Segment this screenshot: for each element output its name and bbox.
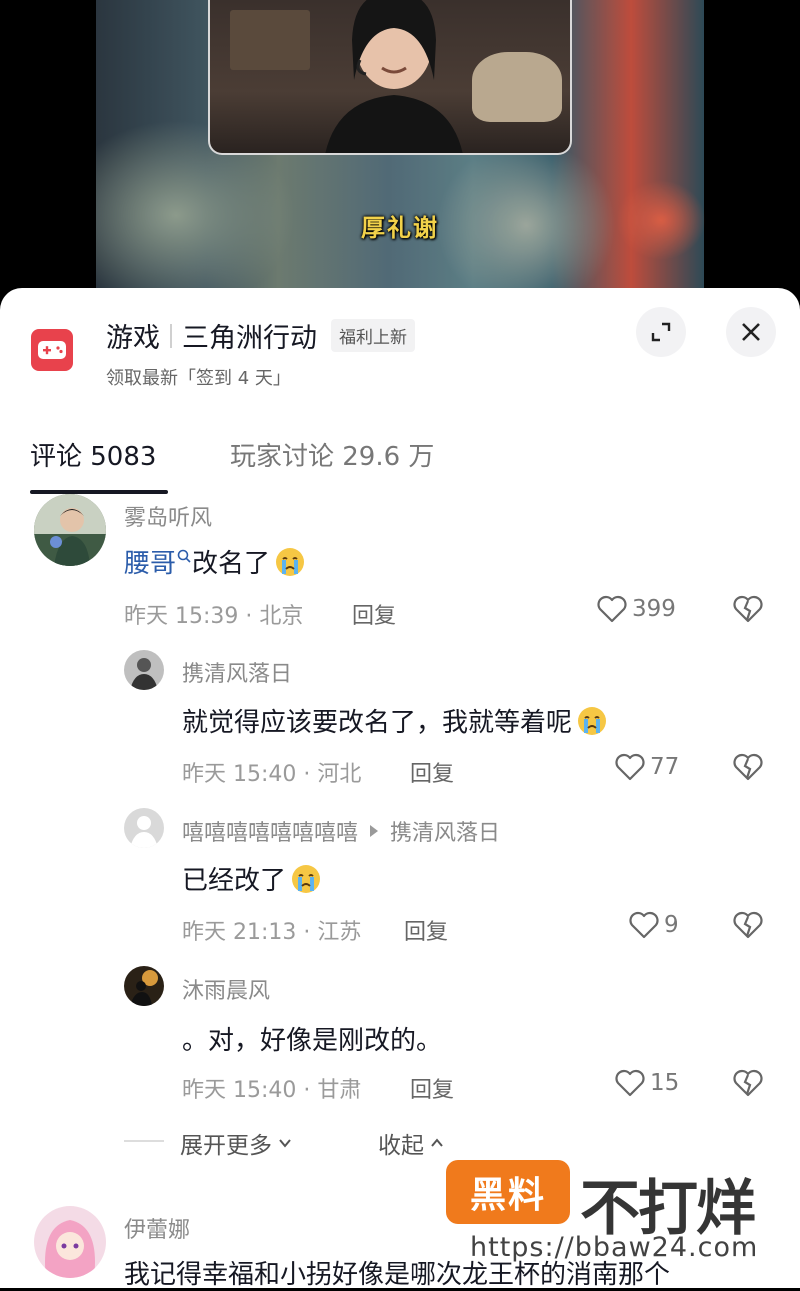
broken-heart-icon[interactable] (732, 594, 764, 624)
collapse-label: 收起 (378, 1133, 424, 1159)
like-count: 399 (632, 596, 676, 622)
reply-to-username[interactable]: 携清风落日 (390, 815, 500, 847)
heart-icon (615, 753, 645, 781)
collapse-button[interactable]: 收起 (378, 1126, 446, 1160)
expand-more-label: 展开更多 (180, 1133, 272, 1159)
reply-button[interactable]: 回复 (410, 1072, 454, 1104)
active-tab-indicator (30, 490, 168, 494)
like-button[interactable]: 15 (614, 1068, 679, 1098)
comment-text: 就觉得应该要改名了，我就等着呢 (182, 702, 608, 739)
heart-icon (597, 595, 627, 623)
reply-button[interactable]: 回复 (352, 598, 396, 630)
comment-body: 。对，好像是刚改的。 (182, 1026, 443, 1056)
divider (170, 323, 172, 348)
comment-body: 就觉得应该要改名了，我就等着呢 (182, 708, 573, 738)
watermark-url: https://bbaw24.com (470, 1232, 759, 1263)
avatar[interactable] (124, 808, 164, 848)
crying-emoji-icon (578, 706, 607, 735)
chevron-down-icon (279, 1139, 291, 1148)
close-button[interactable] (726, 307, 776, 357)
tab-comments[interactable]: 评论 5083 (30, 436, 156, 473)
welfare-badge: 福利上新 (331, 319, 415, 352)
comment-body: 已经改了 (182, 866, 287, 896)
expand-more-button[interactable]: 展开更多 (180, 1126, 294, 1160)
crying-emoji-icon (292, 864, 321, 893)
expand-icon (651, 322, 671, 342)
comment-meta: 昨天 15:40 · 甘肃 (182, 1078, 362, 1103)
comment-body: 改名了 (192, 549, 271, 579)
like-button[interactable]: 399 (596, 594, 676, 624)
close-icon (742, 323, 760, 341)
game-name: 三角洲行动 (182, 323, 317, 354)
like-count: 9 (664, 912, 679, 938)
like-button[interactable]: 9 (628, 910, 679, 940)
tab-player-discussion[interactable]: 玩家讨论 29.6 万 (230, 436, 434, 473)
avatar[interactable] (124, 966, 164, 1006)
comment-username[interactable]: 沐雨晨风 (182, 973, 270, 1005)
comment-username[interactable]: 嘻嘻嘻嘻嘻嘻嘻嘻 (182, 815, 358, 847)
comment-username[interactable]: 携清风落日 (182, 656, 292, 688)
like-count: 15 (650, 1070, 680, 1096)
comment-text: 已经改了 (182, 860, 322, 897)
streamer-figure (325, 0, 463, 153)
comment-tabs: 评论 5083 玩家讨论 29.6 万 (0, 436, 800, 496)
reply-button[interactable]: 回复 (404, 914, 448, 946)
avatar[interactable] (124, 650, 164, 690)
avatar[interactable] (34, 1206, 106, 1278)
heart-icon (629, 911, 659, 939)
divider (124, 1140, 164, 1142)
comment-meta: 昨天 15:40 · 河北 (182, 762, 362, 787)
reply-button[interactable]: 回复 (410, 756, 454, 788)
streamer-camera-overlay (208, 0, 572, 155)
comment-username[interactable]: 伊蕾娜 (124, 1212, 190, 1244)
broken-heart-icon[interactable] (732, 910, 764, 940)
game-title-row[interactable]: 游戏 三角洲行动 福利上新 (106, 316, 415, 355)
like-count: 77 (650, 754, 680, 780)
expand-button[interactable] (636, 307, 686, 357)
broken-heart-icon[interactable] (732, 1068, 764, 1098)
like-button[interactable]: 77 (614, 752, 679, 782)
heart-icon (615, 1069, 645, 1097)
crying-emoji-icon (276, 547, 305, 576)
search-icon (177, 549, 191, 563)
comment-meta: 昨天 15:39 · 北京 (124, 604, 304, 629)
reply-arrow-icon (370, 825, 379, 837)
chevron-up-icon (431, 1138, 443, 1147)
comment-meta: 昨天 21:13 · 江苏 (182, 920, 362, 945)
comment-text: 腰哥 改名了 (124, 543, 306, 580)
avatar[interactable] (34, 494, 106, 566)
video-player[interactable]: 厚礼谢 (0, 0, 800, 310)
mention-link[interactable]: 腰哥 (124, 543, 176, 580)
game-category: 游戏 (106, 323, 160, 354)
video-subtitle: 厚礼谢 (361, 214, 439, 242)
watermark-logo: 黑料 (446, 1160, 570, 1224)
game-subline[interactable]: 领取最新「签到 4 天」 (106, 364, 291, 390)
broken-heart-icon[interactable] (732, 752, 764, 782)
gamepad-icon[interactable] (31, 329, 73, 371)
comment-username[interactable]: 雾岛听风 (124, 500, 212, 532)
comment-text: 。对，好像是刚改的。 (182, 1020, 442, 1057)
comment-user-row: 嘻嘻嘻嘻嘻嘻嘻嘻 携清风落日 (182, 815, 500, 847)
